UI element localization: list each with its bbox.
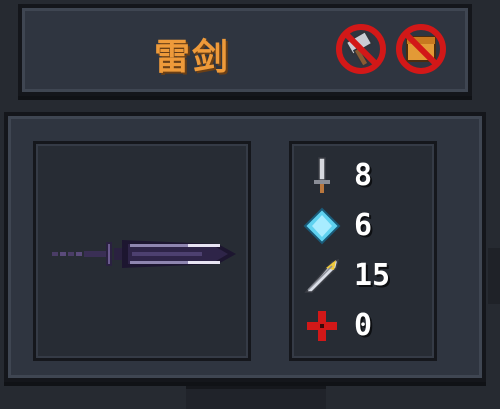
stat-value-energy: 6 — [354, 208, 373, 243]
sword-icon — [314, 157, 330, 193]
thunder-sword-sprite — [52, 240, 236, 268]
stat-row-energy: 6 — [302, 206, 427, 246]
stat-row-heal: 0 — [302, 306, 427, 346]
stat-value-heal: 0 — [354, 308, 373, 343]
crit-feather-icon — [304, 258, 340, 293]
weapon-stats-slot: 8 6 15 0 — [289, 141, 437, 361]
weapon-title-panel: 雷剑 — [18, 4, 472, 96]
stat-row-crit: 15 — [302, 256, 427, 296]
stat-value-damage: 8 — [354, 158, 373, 193]
weapon-info-panel: 8 6 15 0 — [4, 112, 486, 382]
weapon-preview-slot — [33, 141, 251, 361]
no-hammer-icon — [336, 24, 386, 74]
weapon-name: 雷剑 — [154, 37, 231, 78]
stat-value-crit: 15 — [354, 258, 391, 293]
background-edge — [488, 248, 500, 304]
stat-row-damage: 8 — [302, 156, 427, 196]
no-box-icon — [396, 24, 446, 74]
energy-crystal-icon — [303, 207, 341, 245]
red-cross-icon — [307, 311, 337, 341]
